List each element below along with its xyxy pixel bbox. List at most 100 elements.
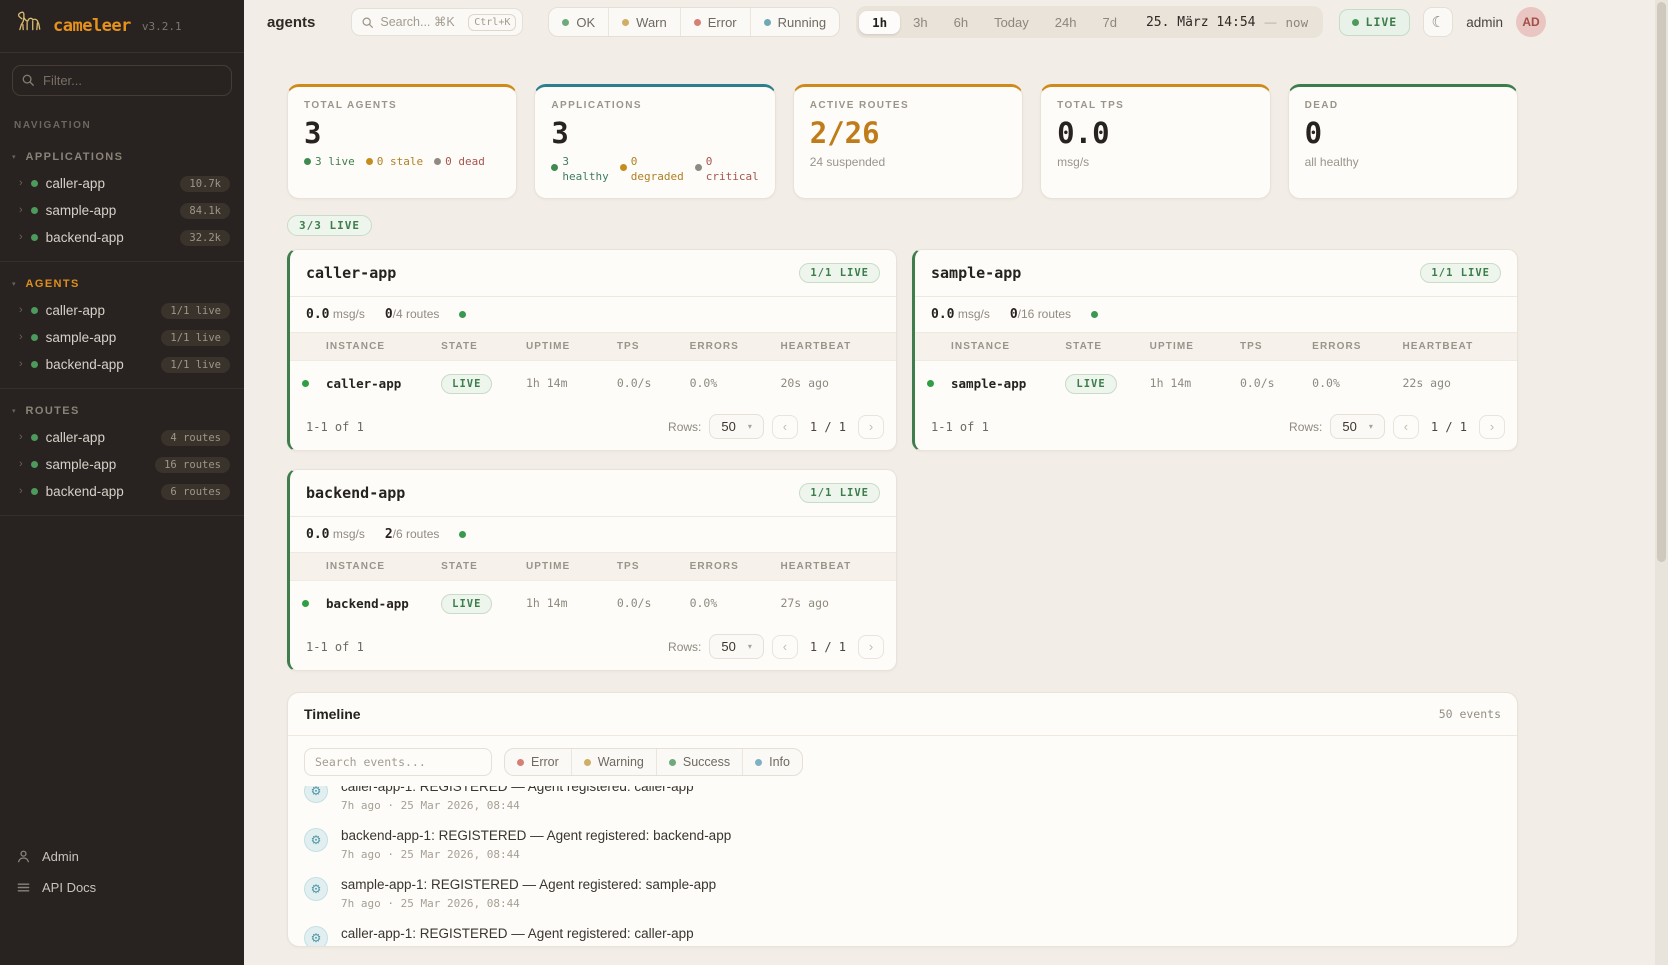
time-display[interactable]: 25. März 14:54 — now bbox=[1146, 15, 1308, 30]
state-badge: LIVE bbox=[441, 594, 492, 614]
table-row[interactable]: sample-app LIVE 1h 14m 0.0/s 0.0% 22s ag… bbox=[915, 361, 1517, 406]
sidebar-link-api-docs[interactable]: API Docs bbox=[0, 872, 244, 903]
app-tps-value: 0.0 bbox=[306, 307, 329, 322]
dark-mode-toggle[interactable]: ☾ bbox=[1423, 7, 1453, 37]
live-status-badge[interactable]: LIVE bbox=[1339, 9, 1411, 36]
event-timestamp: 7h ago · 25 Mar 2026, 08:44 bbox=[341, 848, 731, 861]
sidebar-item-agents-caller-app[interactable]: › caller-app 1/1 live bbox=[0, 297, 244, 324]
breakdown-text: critical bbox=[706, 170, 759, 185]
breakdown-value: 0 bbox=[706, 155, 759, 170]
timeline-chip-success[interactable]: Success bbox=[656, 749, 742, 775]
event-title: caller-app-1: REGISTERED — Agent registe… bbox=[341, 786, 694, 794]
status-dot bbox=[31, 361, 38, 368]
sidebar-item-agents-backend-app[interactable]: › backend-app 1/1 live bbox=[0, 351, 244, 378]
next-page-button[interactable]: › bbox=[858, 635, 884, 659]
time-range-1h[interactable]: 1h bbox=[859, 11, 900, 34]
sidebar-item-agents-sample-app[interactable]: › sample-app 1/1 live bbox=[0, 324, 244, 351]
table-row[interactable]: caller-app LIVE 1h 14m 0.0/s 0.0% 20s ag… bbox=[290, 361, 896, 406]
sidebar-item-routes-caller-app[interactable]: › caller-app 4 routes bbox=[0, 424, 244, 451]
filter-chip-ok[interactable]: OK bbox=[549, 8, 608, 36]
sidebar-item-applications-sample-app[interactable]: › sample-app 84.1k bbox=[0, 197, 244, 224]
breakdown-value: 3 bbox=[562, 155, 608, 170]
rows-per-page-select[interactable]: 50▾ bbox=[709, 414, 763, 439]
sidebar-filter-input[interactable] bbox=[12, 65, 232, 96]
event-title: caller-app-1: REGISTERED — Agent registe… bbox=[341, 926, 694, 941]
app-tps-unit: msg/s bbox=[333, 527, 365, 541]
table-row[interactable]: backend-app LIVE 1h 14m 0.0/s 0.0% 27s a… bbox=[290, 581, 896, 626]
avatar[interactable]: AD bbox=[1516, 7, 1546, 37]
global-search-input[interactable] bbox=[380, 15, 462, 29]
time-range-today[interactable]: Today bbox=[981, 11, 1042, 34]
breakdown-text: 0 stale bbox=[377, 155, 423, 168]
status-dot bbox=[31, 334, 38, 341]
running-dot bbox=[764, 19, 771, 26]
global-search[interactable]: Ctrl+K bbox=[351, 8, 523, 36]
page-indicator: 1 / 1 bbox=[810, 640, 846, 654]
error-dot bbox=[694, 19, 701, 26]
timeline-event[interactable]: ⚙ caller-app-1: REGISTERED — Agent regis… bbox=[288, 919, 1517, 946]
sidebar-item-applications-backend-app[interactable]: › backend-app 32.2k bbox=[0, 224, 244, 251]
api-docs-link-label: API Docs bbox=[42, 880, 96, 895]
sidebar-section-applications: ▾ APPLICATIONS › caller-app 10.7k › samp… bbox=[0, 135, 244, 262]
time-range-7d[interactable]: 7d bbox=[1089, 11, 1129, 34]
state-badge: LIVE bbox=[1065, 374, 1116, 394]
col-instance: INSTANCE bbox=[320, 553, 435, 581]
filter-chip-running[interactable]: Running bbox=[750, 8, 839, 36]
filter-chip-warn[interactable]: Warn bbox=[608, 8, 680, 36]
sidebar-item-routes-backend-app[interactable]: › backend-app 6 routes bbox=[0, 478, 244, 505]
time-range-24h[interactable]: 24h bbox=[1042, 11, 1090, 34]
rows-value: 50 bbox=[721, 639, 735, 654]
time-range-6h[interactable]: 6h bbox=[941, 11, 981, 34]
item-label: caller-app bbox=[46, 430, 154, 445]
app-live-badge: 1/1 LIVE bbox=[1420, 263, 1501, 283]
page-scrollbar[interactable] bbox=[1655, 0, 1668, 965]
timeline-event-list[interactable]: ⚙ caller-app-1: REGISTERED — Agent regis… bbox=[288, 786, 1517, 946]
rows-per-page-select[interactable]: 50▾ bbox=[1330, 414, 1384, 439]
prev-page-button[interactable]: ‹ bbox=[772, 415, 798, 439]
sidebar-link-admin[interactable]: Admin bbox=[0, 841, 244, 872]
section-header-agents[interactable]: ▾ AGENTS bbox=[0, 270, 244, 297]
section-label: ROUTES bbox=[26, 405, 80, 417]
scrollbar-thumb[interactable] bbox=[1657, 2, 1666, 562]
stat-sub: msg/s bbox=[1057, 155, 1253, 169]
next-page-button[interactable]: › bbox=[1479, 415, 1505, 439]
instances-table: INSTANCE STATE UPTIME TPS ERRORS HEARTBE… bbox=[290, 553, 896, 625]
app-title[interactable]: caller-app bbox=[306, 264, 396, 282]
brand[interactable]: cameleer v3.2.1 bbox=[0, 0, 244, 53]
filter-chip-error[interactable]: Error bbox=[680, 8, 750, 36]
timeline-search-input[interactable] bbox=[304, 748, 492, 776]
timeline-chip-error[interactable]: Error bbox=[505, 749, 571, 775]
chip-label: OK bbox=[576, 15, 595, 30]
search-icon bbox=[21, 73, 35, 87]
timeline-event[interactable]: ⚙ backend-app-1: REGISTERED — Agent regi… bbox=[288, 821, 1517, 870]
item-label: caller-app bbox=[46, 303, 154, 318]
sidebar-item-applications-caller-app[interactable]: › caller-app 10.7k bbox=[0, 170, 244, 197]
rows-per-page-select[interactable]: 50▾ bbox=[709, 634, 763, 659]
state-badge: LIVE bbox=[441, 374, 492, 394]
rows-label: Rows: bbox=[668, 420, 701, 434]
timeline-chip-info[interactable]: Info bbox=[742, 749, 802, 775]
app-title[interactable]: sample-app bbox=[931, 264, 1021, 282]
app-title[interactable]: backend-app bbox=[306, 484, 405, 502]
app-routes-suffix: /16 routes bbox=[1018, 307, 1071, 321]
prev-page-button[interactable]: ‹ bbox=[1393, 415, 1419, 439]
status-dot bbox=[31, 461, 38, 468]
timeline-event[interactable]: ⚙ caller-app-1: REGISTERED — Agent regis… bbox=[288, 786, 1517, 821]
sidebar-item-routes-sample-app[interactable]: › sample-app 16 routes bbox=[0, 451, 244, 478]
timeline-chip-warning[interactable]: Warning bbox=[571, 749, 656, 775]
timeline-event[interactable]: ⚙ sample-app-1: REGISTERED — Agent regis… bbox=[288, 870, 1517, 919]
ok-dot bbox=[562, 19, 569, 26]
col-uptime: UPTIME bbox=[520, 333, 611, 361]
item-label: backend-app bbox=[46, 484, 154, 499]
next-page-button[interactable]: › bbox=[858, 415, 884, 439]
gear-icon: ⚙ bbox=[304, 877, 328, 901]
section-header-routes[interactable]: ▾ ROUTES bbox=[0, 397, 244, 424]
gear-icon: ⚙ bbox=[304, 828, 328, 852]
section-header-applications[interactable]: ▾ APPLICATIONS bbox=[0, 143, 244, 170]
page-title: agents bbox=[267, 14, 315, 31]
app-live-badge: 1/1 LIVE bbox=[799, 483, 880, 503]
item-label: sample-app bbox=[46, 203, 173, 218]
instances-table: INSTANCE STATE UPTIME TPS ERRORS HEARTBE… bbox=[290, 333, 896, 405]
prev-page-button[interactable]: ‹ bbox=[772, 635, 798, 659]
time-range-3h[interactable]: 3h bbox=[900, 11, 940, 34]
